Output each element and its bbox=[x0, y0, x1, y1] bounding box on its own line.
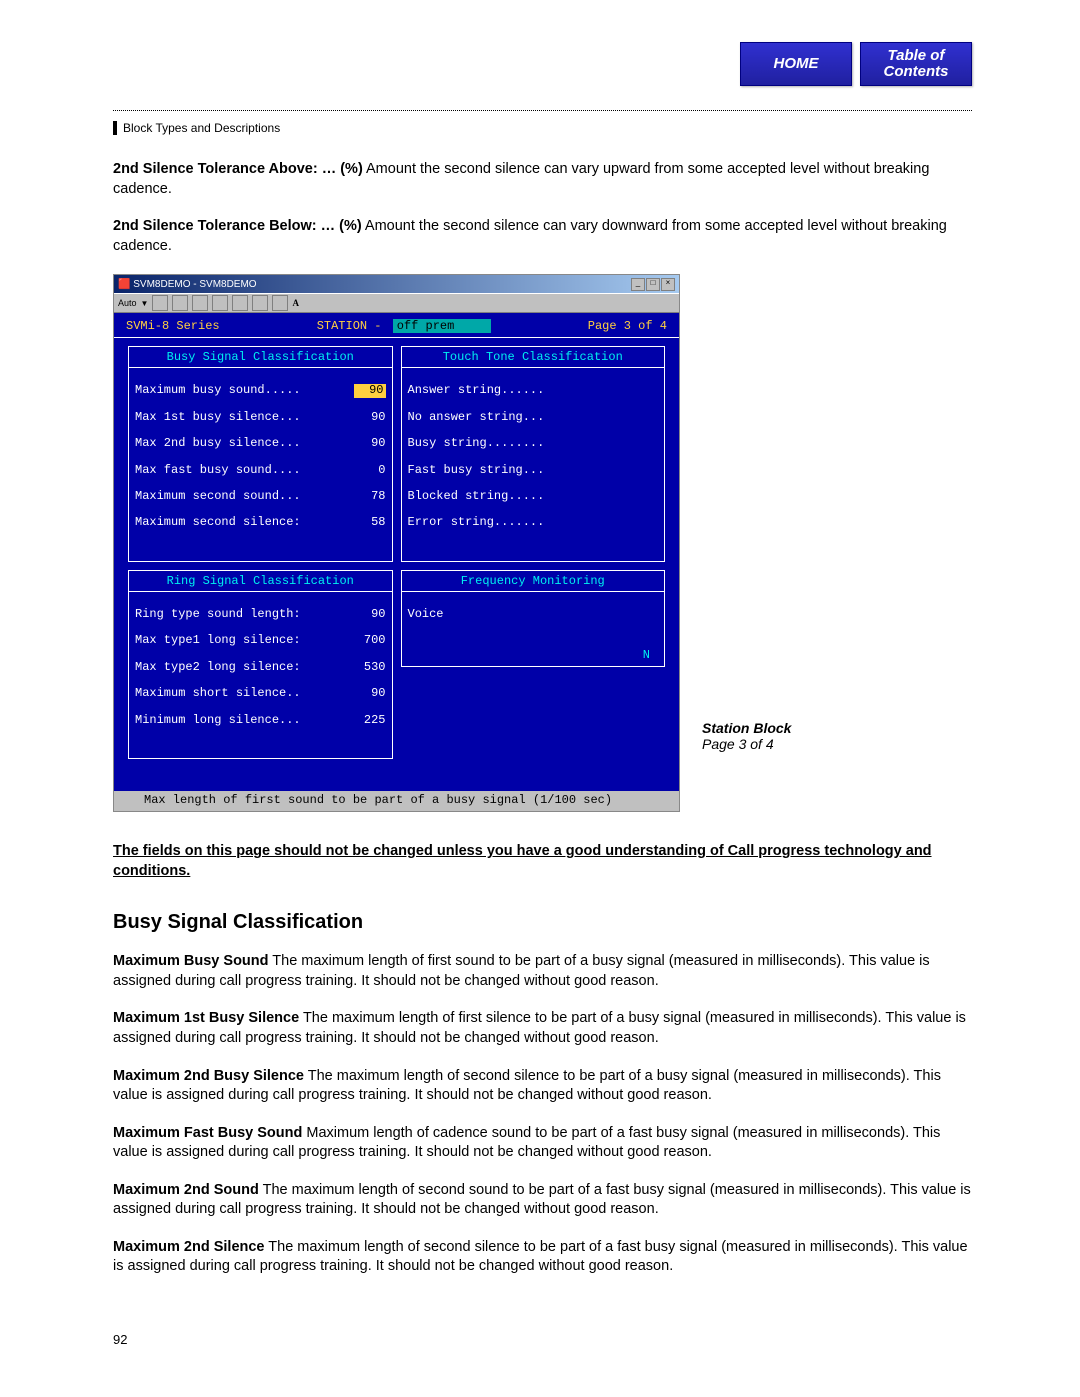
tool-icon bbox=[252, 295, 268, 311]
status-bar: Max length of first sound to be part of … bbox=[114, 791, 679, 811]
def-1: Maximum 1st Busy Silence The maximum len… bbox=[113, 1009, 972, 1048]
tool-icon bbox=[152, 295, 168, 311]
intro-para-0: 2nd Silence Tolerance Above: … (%) Amoun… bbox=[113, 160, 972, 199]
section-heading: Busy Signal Classification bbox=[113, 911, 972, 934]
tool-icon bbox=[212, 295, 228, 311]
caption-title: Station Block bbox=[702, 720, 791, 736]
warning-text: The fields on this page should not be ch… bbox=[113, 842, 972, 881]
intro-term-0: 2nd Silence Tolerance Above: … (%) bbox=[113, 161, 363, 177]
def-3: Maximum Fast Busy Sound Maximum length o… bbox=[113, 1124, 972, 1163]
shot-caption: Station Block Page 3 of 4 bbox=[702, 720, 791, 812]
tool-icon bbox=[272, 295, 288, 311]
shot-page: Page 3 of 4 bbox=[588, 319, 667, 333]
caption-sub: Page 3 of 4 bbox=[702, 736, 791, 752]
window-title: 🟥 SVM8DEMO - SVM8DEMO bbox=[118, 279, 257, 290]
minimize-icon: _ bbox=[631, 278, 645, 291]
section-tag: Block Types and Descriptions bbox=[113, 121, 280, 135]
maximize-icon: □ bbox=[646, 278, 660, 291]
series-label: SVMi-8 Series bbox=[126, 319, 220, 333]
def-0: Maximum Busy Sound The maximum length of… bbox=[113, 952, 972, 991]
window-titlebar: 🟥 SVM8DEMO - SVM8DEMO _□× bbox=[114, 275, 679, 293]
top-divider bbox=[113, 110, 972, 111]
def-5: Maximum 2nd Silence The maximum length o… bbox=[113, 1238, 972, 1277]
home-button[interactable]: HOME bbox=[740, 42, 852, 86]
intro-term-1: 2nd Silence Tolerance Below: … (%) bbox=[113, 218, 362, 234]
busy-box: Maximum busy sound.....90 Max 1st busy s… bbox=[128, 368, 393, 562]
toc-button[interactable]: Table of Contents bbox=[860, 42, 972, 86]
station-label: STATION - bbox=[317, 319, 382, 333]
tool-icon bbox=[192, 295, 208, 311]
station-field: off prem bbox=[393, 319, 491, 333]
window-controls: _□× bbox=[631, 278, 675, 291]
tool-icon bbox=[172, 295, 188, 311]
ring-box: Ring type sound length:90 Max type1 long… bbox=[128, 592, 393, 759]
tool-icon bbox=[232, 295, 248, 311]
touch-box: Answer string...... No answer string... … bbox=[401, 368, 666, 562]
intro-para-1: 2nd Silence Tolerance Below: … (%) Amoun… bbox=[113, 217, 972, 256]
auto-label: Auto bbox=[118, 298, 137, 308]
close-icon: × bbox=[661, 278, 675, 291]
page-number: 92 bbox=[113, 1332, 127, 1347]
busy-box-title: Busy Signal Classification bbox=[128, 346, 393, 368]
def-2: Maximum 2nd Busy Silence The maximum len… bbox=[113, 1067, 972, 1106]
freq-box-title: Frequency Monitoring bbox=[401, 570, 666, 592]
terminal-screenshot: 🟥 SVM8DEMO - SVM8DEMO _□× Auto▼ A SVMi-8… bbox=[113, 274, 680, 812]
freq-box: Voice N bbox=[401, 592, 666, 667]
ring-box-title: Ring Signal Classification bbox=[128, 570, 393, 592]
def-4: Maximum 2nd Sound The maximum length of … bbox=[113, 1181, 972, 1220]
toolbar: Auto▼ A bbox=[114, 293, 679, 313]
touch-box-title: Touch Tone Classification bbox=[401, 346, 666, 368]
shot-header: SVMi-8 Series STATION - off prem Page 3 … bbox=[114, 313, 679, 338]
